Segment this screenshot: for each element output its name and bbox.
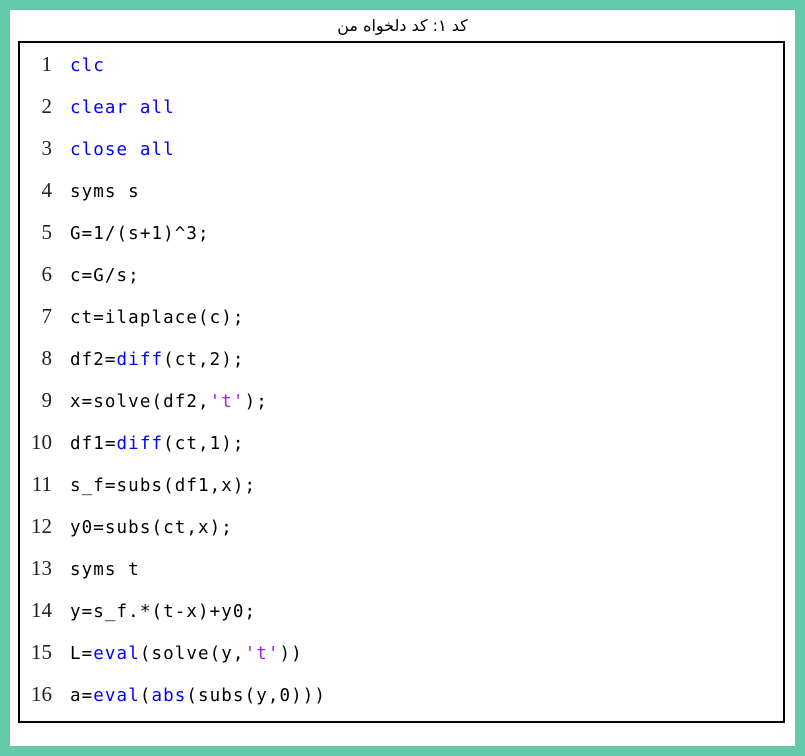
line-code: y=s_f.*(t-x)+y0; (52, 602, 783, 622)
code-line: 14 y=s_f.*(t-x)+y0; (20, 598, 783, 640)
code-line: 13 syms t (20, 556, 783, 598)
line-number: 14 (31, 598, 52, 622)
code-token-plain: a= (70, 686, 94, 706)
code-token-kw: clc (70, 56, 105, 76)
line-number: 7 (41, 304, 53, 328)
line-number: 15 (31, 640, 52, 664)
code-token-fn: eval (93, 686, 140, 706)
code-line: 7 ct=ilaplace(c); (20, 304, 783, 346)
code-line: 11 s_f=subs(df1,x); (20, 472, 783, 514)
line-code: clear all (52, 98, 783, 118)
code-token-plain: x=solve(df2, (70, 392, 210, 412)
code-token-fn: eval (93, 644, 140, 664)
line-number: 11 (31, 472, 52, 496)
code-token-kw: clear all (70, 98, 175, 118)
code-listing-box: 1 clc 2 clear all 3 close all 4 syms s 5 G=1/(s+1… (18, 41, 785, 723)
code-token-plain: s_f=subs(df1,x); (70, 476, 257, 496)
code-line: 3 close all (20, 136, 783, 178)
code-token-plain: df2= (70, 350, 117, 370)
code-token-plain: L= (70, 644, 94, 664)
code-token-plain: (subs(y,0))) (186, 686, 327, 706)
line-number: 4 (41, 178, 53, 202)
listing-caption: کد ۱: کد دلخواه من (337, 16, 468, 35)
line-code: s_f=subs(df1,x); (52, 476, 783, 496)
code-token-plain: (ct,2); (163, 350, 245, 370)
line-number: 10 (31, 430, 52, 454)
code-token-plain: c=G/s; (70, 266, 140, 286)
code-line: 2 clear all (20, 94, 783, 136)
code-token-fn: abs (151, 686, 187, 706)
code-token-plain: syms t (70, 560, 140, 580)
line-code: ct=ilaplace(c); (52, 308, 783, 328)
line-number: 9 (41, 388, 53, 412)
line-code: G=1/(s+1)^3; (52, 224, 783, 244)
line-number: 12 (31, 514, 52, 538)
code-lines-container: 1 clc 2 clear all 3 close all 4 syms s 5 G=1/(s+1… (20, 43, 783, 721)
line-number: 2 (41, 94, 53, 118)
code-token-plain: ); (244, 392, 268, 412)
line-code: close all (52, 140, 783, 160)
code-token-plain: G=1/(s+1)^3; (70, 224, 210, 244)
code-token-plain: (solve(y, (139, 644, 245, 664)
line-code: syms s (52, 182, 783, 202)
code-token-str: 't' (244, 644, 280, 664)
code-line: 4 syms s (20, 178, 783, 220)
code-token-fn: diff (116, 350, 164, 370)
line-code: x=solve(df2,'t'); (52, 392, 783, 412)
line-code: a=eval(abs(subs(y,0))) (52, 686, 783, 706)
line-code: df1=diff(ct,1); (52, 434, 783, 454)
line-code: df2=diff(ct,2); (52, 350, 783, 370)
code-line: 9 x=solve(df2,'t'); (20, 388, 783, 430)
code-line: 10 df1=diff(ct,1); (20, 430, 783, 472)
line-code: y0=subs(ct,x); (52, 518, 783, 538)
line-number: 13 (31, 556, 52, 580)
code-token-plain: )) (279, 644, 303, 664)
code-token-plain: syms s (70, 182, 140, 202)
code-line: 1 clc (20, 52, 783, 94)
line-code: syms t (52, 560, 783, 580)
code-line: 15 L=eval(solve(y,'t')) (20, 640, 783, 682)
line-number: 16 (31, 682, 52, 706)
code-token-plain: y0=subs(ct,x); (70, 518, 233, 538)
code-line: 16 a=eval(abs(subs(y,0))) (20, 682, 783, 721)
code-token-plain: y=s_f.*(t-x)+y0; (70, 602, 257, 622)
line-number: 1 (41, 52, 53, 76)
line-code: c=G/s; (52, 266, 783, 286)
line-number: 8 (41, 346, 53, 370)
page-frame: کد ۱: کد دلخواه من 1 clc 2 clear all 3 close … (0, 0, 805, 756)
code-line: 5 G=1/(s+1)^3; (20, 220, 783, 262)
line-code: clc (52, 56, 783, 76)
code-line: 8 df2=diff(ct,2); (20, 346, 783, 388)
code-token-str: 't' (209, 392, 245, 412)
code-token-kw: close all (70, 140, 175, 160)
line-number: 6 (41, 262, 53, 286)
line-number: 5 (41, 220, 53, 244)
code-token-plain: df1= (70, 434, 117, 454)
code-line: 6 c=G/s; (20, 262, 783, 304)
line-number: 3 (41, 136, 53, 160)
code-token-plain: ( (139, 686, 152, 706)
line-code: L=eval(solve(y,'t')) (52, 644, 783, 664)
code-line: 12 y0=subs(ct,x); (20, 514, 783, 556)
code-token-fn: diff (116, 434, 164, 454)
code-token-plain: (ct,1); (163, 434, 245, 454)
code-token-plain: ct=ilaplace(c); (70, 308, 245, 328)
